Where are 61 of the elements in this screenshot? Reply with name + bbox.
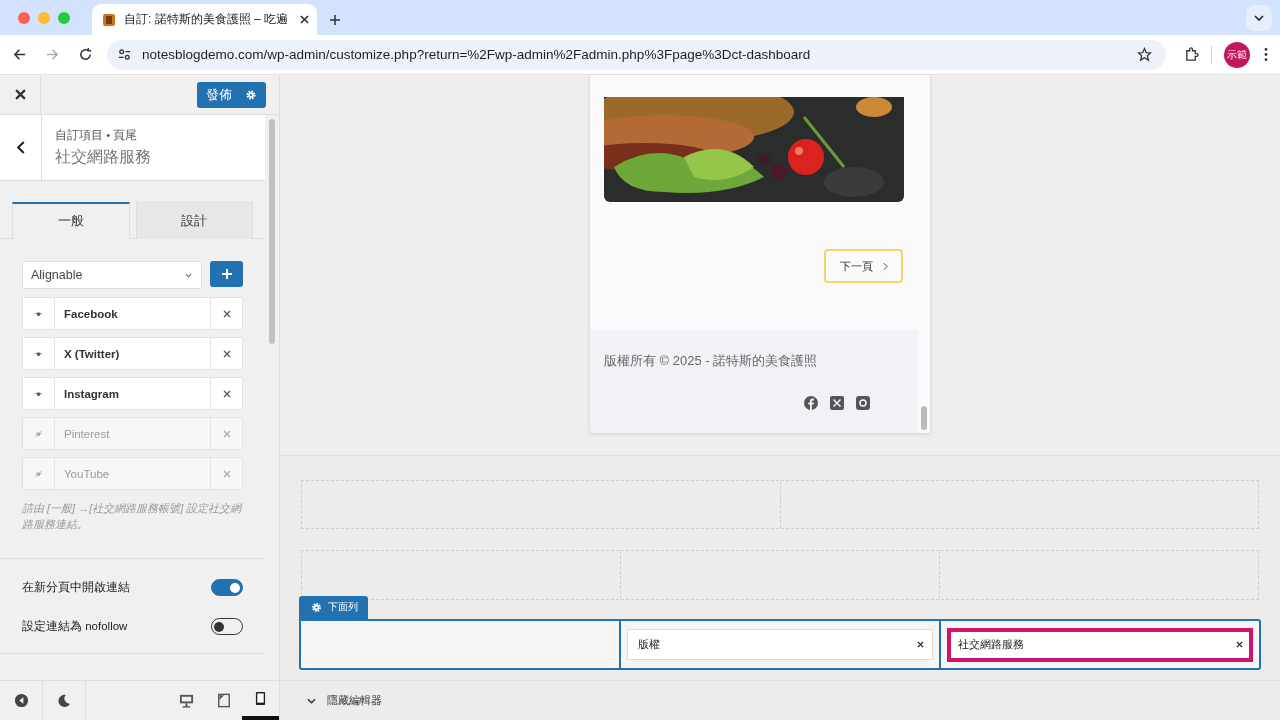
url-text: notesblogdemo.com/wp-admin/customize.php?return=%2Fwp-admin%2Fadmin.php%3Fpage%3Dct-dashboard [142,47,811,62]
network-item[interactable]: Instagram [22,377,243,410]
network-item[interactable]: X (Twitter) [22,337,243,370]
back-icon[interactable] [12,47,27,62]
eye-icon[interactable] [33,349,44,358]
settings-icon[interactable] [311,602,322,613]
close-icon[interactable] [14,89,26,100]
breadcrumb: 自訂項目 • 頁尾 [55,127,139,143]
scrollbar-thumb[interactable] [269,119,275,344]
network-item[interactable]: Facebook [22,297,243,330]
builder-item[interactable]: 版權 [627,629,933,660]
eye-icon[interactable] [33,309,44,318]
toggle-label: 在新分頁中開啟連結 [22,580,130,595]
panel-tab[interactable]: 設計 [135,202,253,239]
toggle-label: 設定連結為 nofollow [22,619,128,634]
remove-icon[interactable] [1236,641,1243,648]
remove-icon[interactable] [222,309,231,318]
row-label[interactable]: 下面列 [299,596,368,619]
chevron-down-icon[interactable] [307,697,316,704]
bookmark-star-icon[interactable] [1137,47,1152,62]
chevron-right-icon[interactable] [882,261,888,271]
back-chevron-icon[interactable] [16,141,25,154]
next-page-button[interactable]: 下一頁 [824,249,903,283]
toggle-switch[interactable] [211,579,243,596]
builder-item[interactable]: 社交網路服務 [947,627,1253,662]
add-button[interactable] [210,261,243,287]
site-settings-icon[interactable] [117,47,132,62]
moon-icon[interactable] [57,693,71,708]
menu-icon[interactable] [1264,47,1268,62]
collapse-icon[interactable] [13,693,29,708]
eye-icon[interactable] [33,389,44,398]
site-icon [102,12,116,27]
instagram-icon[interactable] [856,396,870,410]
footer-row[interactable]: 版權 社交網路服務 [299,619,1261,670]
browser-tab[interactable]: 自訂: 諾特斯的美食護照 – 吃遍 [92,4,317,35]
remove-icon[interactable] [917,641,924,648]
hide-editor-button[interactable]: 隱藏編輯器 [307,693,382,708]
tab-list-button[interactable] [1246,4,1272,31]
hint-text: 請由 [一般] →[社交網路服務帳號] 設定社交網路服務連結。 [22,501,243,532]
panel-tab[interactable]: 一般 [12,202,130,239]
scrollbar-thumb[interactable] [921,406,927,430]
close-icon[interactable] [300,15,309,24]
chevron-down-icon[interactable] [1254,14,1264,21]
desktop-icon[interactable] [179,693,194,708]
phone-icon[interactable] [255,691,266,706]
panel-title: 社交網路服務 [55,146,151,167]
new-tab-icon[interactable] [329,14,341,26]
toggle-switch[interactable] [211,618,243,635]
x-logo-icon[interactable] [830,396,844,410]
remove-icon[interactable] [222,389,231,398]
address-bar[interactable]: notesblogdemo.com/wp-admin/customize.php?return=%2Fwp-admin%2Fadmin.php%3Fpage%3Dct-dashboard [107,39,1166,70]
profile-avatar[interactable]: 示範 [1224,41,1250,68]
tablet-icon[interactable] [216,693,231,708]
facebook-icon[interactable] [804,396,818,410]
network-select[interactable]: Alignable [22,261,202,289]
copyright-text: 版權所有 © 2025 - 諾特斯的美食護照 [604,352,819,370]
remove-icon[interactable] [222,349,231,358]
plus-icon[interactable] [221,269,232,279]
reload-icon[interactable] [78,47,93,62]
extensions-icon[interactable] [1184,47,1199,62]
settings-icon[interactable] [245,88,257,101]
